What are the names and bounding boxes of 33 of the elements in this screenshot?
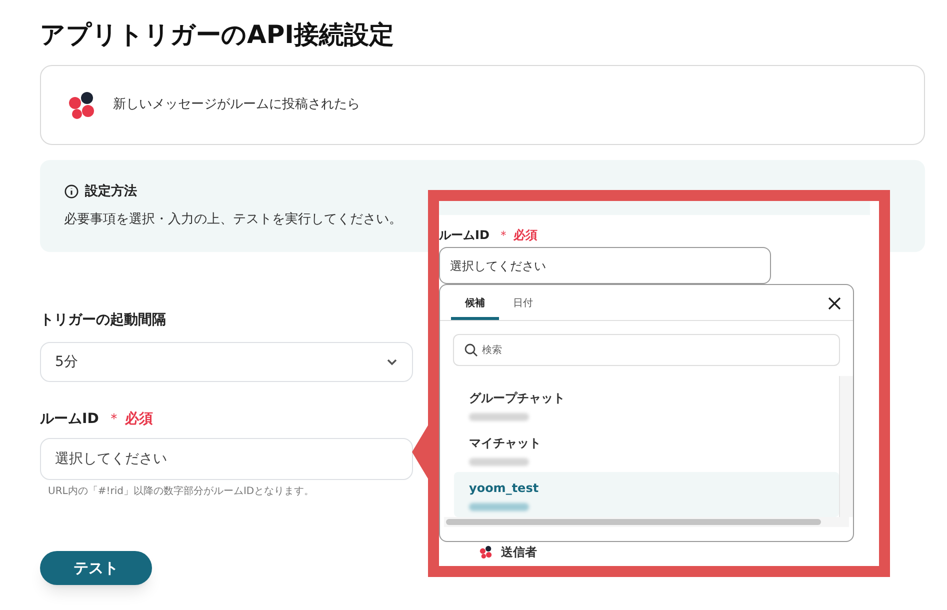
field-label: トリガーの起動間隔 [40,311,166,330]
required-mark: ＊ [106,410,121,428]
help-text: URL内の「#!rid」以降の数字部分がルームIDとなります。 [48,484,314,499]
search-placeholder: 検索 [482,344,502,358]
info-heading: 設定方法 [85,182,137,201]
room-option[interactable]: yoom_test [454,472,839,517]
redacted-id [469,412,529,420]
interval-select[interactable]: 5分 [40,342,413,382]
info-icon [64,184,79,200]
required-text: 必須 [124,410,153,428]
room-option[interactable]: マイチャット [454,427,839,472]
chevron-down-icon [386,358,398,366]
search-icon [464,343,478,357]
room-option[interactable]: グループチャット [454,382,839,427]
app-logo-icon [479,545,493,559]
field-label: ルームID [40,410,99,428]
tab[interactable]: 日付 [499,290,547,320]
room-id-field[interactable]: 選択してください [439,247,771,284]
close-icon[interactable] [828,297,841,310]
page-title: アプリトリガーのAPI接続設定 [40,19,395,51]
tab[interactable]: 候補 [451,290,499,320]
required-mark: ＊ [497,227,510,244]
field-label: ルームID [439,227,490,244]
redacted-id [469,458,529,466]
app-logo-icon [67,90,97,120]
info-text: 必要事項を選択・入力の上、テストを実行してください。 [64,210,403,228]
required-text: 必須 [513,227,538,244]
search-field[interactable]: 検索 [453,334,840,366]
trigger-text: 新しいメッセージがルームに投稿されたら [113,96,360,114]
vertical-scrollbar[interactable] [839,376,853,517]
sender-label: 送信者 [501,544,537,561]
redacted-id [469,502,529,510]
test-button[interactable]: テスト [40,551,152,585]
